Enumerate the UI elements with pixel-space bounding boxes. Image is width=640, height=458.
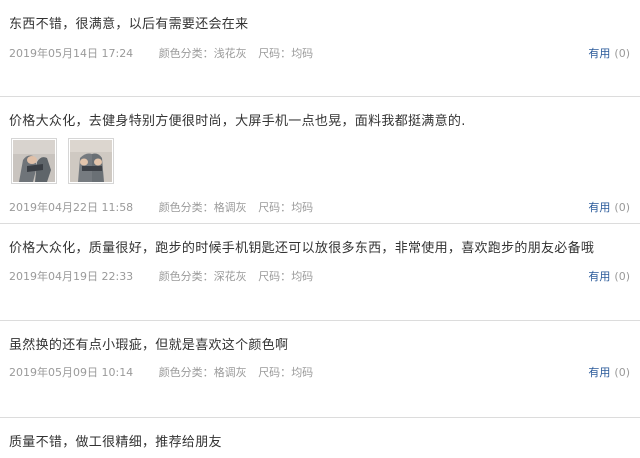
useful-button[interactable]: 有用 (588, 201, 610, 214)
review-date: 2019年05月14日 17:24 (9, 47, 134, 60)
photo-image (13, 140, 55, 182)
review-meta: 2019年04月19日 22:33 颜色分类：深花灰 尺码：均码 (9, 268, 313, 284)
review-meta: 2019年04月22日 11:58 颜色分类：格调灰 尺码：均码 (9, 199, 313, 215)
review-item: 质量不错，做工很精细，推荐给朋友 (0, 418, 640, 458)
useful-button[interactable]: 有用 (588, 366, 610, 379)
useful-count: (0) (614, 201, 630, 214)
sku-size: 尺码：均码 (258, 47, 314, 60)
review-photo-thumbnail[interactable] (11, 138, 57, 184)
review-text: 价格大众化，去健身特别方便很时尚，大屏手机一点也晃，面料我都挺满意的. (9, 114, 466, 129)
useful-button[interactable]: 有用 (588, 270, 610, 283)
sku-size: 尺码：均码 (258, 270, 314, 283)
sku-size: 尺码：均码 (258, 366, 314, 379)
review-text: 东西不错，很满意，以后有需要还会在来 (9, 17, 249, 32)
sku-size: 尺码：均码 (258, 201, 314, 214)
review-text: 价格大众化，质量很好，跑步的时候手机钥匙还可以放很多东西，非常使用，喜欢跑步的朋… (9, 241, 595, 256)
sku-color: 颜色分类：格调灰 (158, 366, 247, 379)
useful-control: 有用 (0) (588, 45, 630, 61)
useful-control: 有用 (0) (588, 364, 630, 380)
review-date: 2019年05月09日 10:14 (9, 366, 134, 379)
review-meta: 2019年05月09日 10:14 颜色分类：格调灰 尺码：均码 (9, 364, 313, 380)
useful-count: (0) (614, 366, 630, 379)
review-photo-thumbnail[interactable] (68, 138, 114, 184)
useful-control: 有用 (0) (588, 199, 630, 215)
sku-color: 颜色分类：格调灰 (158, 201, 247, 214)
review-photos (11, 138, 125, 184)
review-date: 2019年04月19日 22:33 (9, 270, 134, 283)
useful-count: (0) (614, 270, 630, 283)
review-date: 2019年04月22日 11:58 (9, 201, 134, 214)
useful-control: 有用 (0) (588, 268, 630, 284)
review-text: 虽然换的还有点小瑕疵，但就是喜欢这个颜色啊 (9, 338, 289, 353)
sku-color: 颜色分类：深花灰 (158, 270, 247, 283)
review-text: 质量不错，做工很精细，推荐给朋友 (9, 435, 222, 450)
review-meta: 2019年05月14日 17:24 颜色分类：浅花灰 尺码：均码 (9, 45, 313, 61)
useful-button[interactable]: 有用 (588, 47, 610, 60)
review-item: 价格大众化，质量很好，跑步的时候手机钥匙还可以放很多东西，非常使用，喜欢跑步的朋… (0, 224, 640, 321)
useful-count: (0) (614, 47, 630, 60)
review-item: 东西不错，很满意，以后有需要还会在来 2019年05月14日 17:24 颜色分… (0, 0, 640, 97)
sku-color: 颜色分类：浅花灰 (158, 47, 247, 60)
photo-image (70, 140, 112, 182)
review-item: 虽然换的还有点小瑕疵，但就是喜欢这个颜色啊 2019年05月09日 10:14 … (0, 321, 640, 418)
